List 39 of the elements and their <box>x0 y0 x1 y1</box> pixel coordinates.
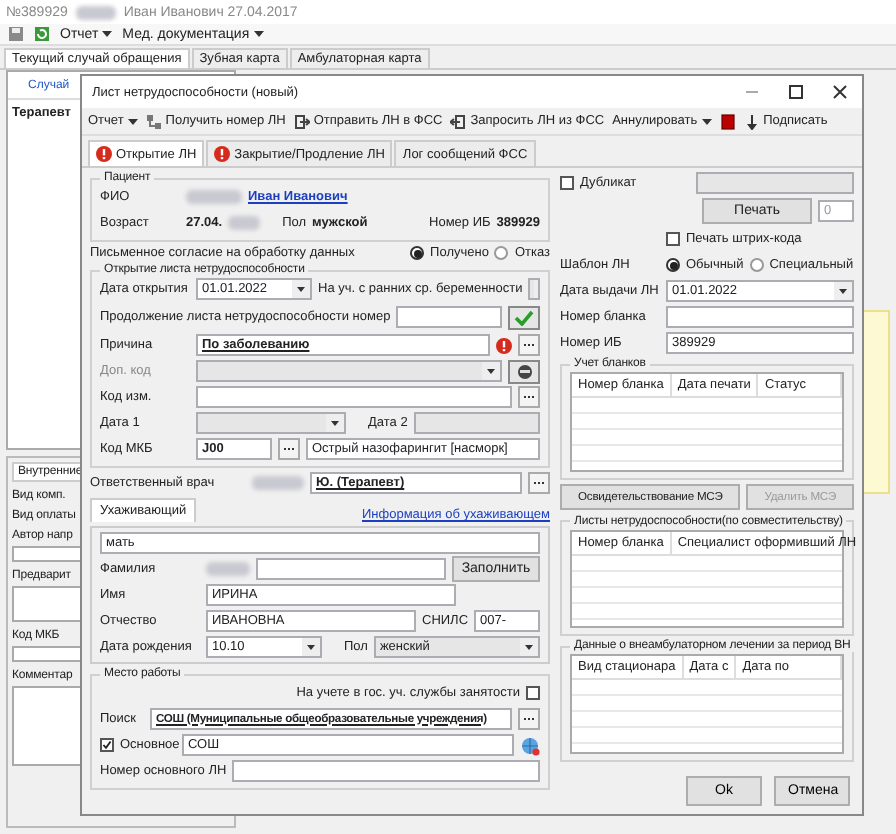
checkbox[interactable] <box>100 738 114 752</box>
browse-button[interactable] <box>278 438 300 460</box>
checkbox[interactable] <box>526 686 540 700</box>
save-icon[interactable] <box>8 26 24 42</box>
import-icon <box>450 113 467 129</box>
redacted-text <box>252 476 304 490</box>
input-field[interactable] <box>232 760 540 782</box>
checkbox[interactable] <box>560 176 574 190</box>
stop-icon[interactable] <box>719 113 736 129</box>
input-field[interactable] <box>696 172 854 194</box>
radio-button[interactable] <box>410 246 425 260</box>
caret-icon <box>127 117 138 125</box>
radio-button[interactable] <box>666 258 680 272</box>
export-icon <box>293 113 310 129</box>
globe-icon[interactable] <box>520 735 540 755</box>
checkbox[interactable] <box>666 232 680 246</box>
caret-icon <box>701 117 712 125</box>
dropdown-field[interactable] <box>196 412 346 434</box>
input-field[interactable] <box>413 412 540 434</box>
browse-button[interactable] <box>528 472 550 494</box>
network-icon <box>145 113 162 129</box>
radio-button[interactable] <box>494 246 509 260</box>
dropdown-field[interactable] <box>196 360 502 382</box>
redacted-text <box>75 5 116 19</box>
browse-button[interactable] <box>518 708 540 730</box>
redacted-text <box>228 216 261 230</box>
caret-icon <box>102 30 113 38</box>
browse-button[interactable] <box>518 334 540 356</box>
input-field[interactable] <box>396 306 502 328</box>
dropdown-field[interactable] <box>528 278 540 300</box>
redacted-text <box>186 190 242 204</box>
input-field[interactable] <box>196 386 512 408</box>
redacted-text <box>206 562 250 576</box>
caret-icon <box>253 30 264 38</box>
refresh-icon[interactable] <box>34 26 50 42</box>
browse-button[interactable] <box>518 386 540 408</box>
input-field[interactable] <box>666 306 854 328</box>
input-field[interactable] <box>256 558 446 580</box>
radio-button[interactable] <box>749 258 764 272</box>
